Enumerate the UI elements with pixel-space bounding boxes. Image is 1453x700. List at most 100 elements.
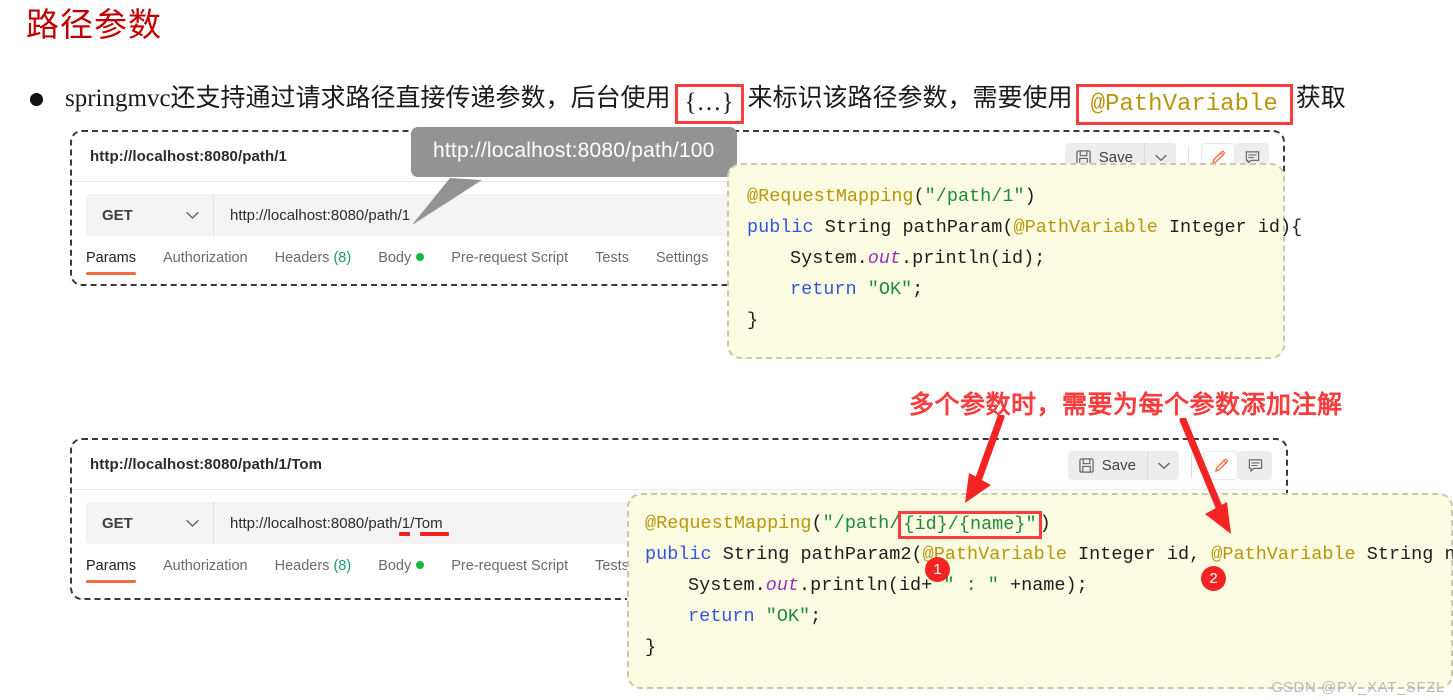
code-1-return-value: "OK": [867, 279, 913, 300]
code-2-println-close: +name);: [1010, 575, 1088, 596]
code-1-pathvariable: @PathVariable: [1013, 217, 1158, 238]
chevron-down-icon: [186, 519, 199, 527]
code-2-close-brace: }: [645, 637, 657, 658]
postman-2-tab-title[interactable]: http://localhost:8080/path/1/Tom: [90, 456, 322, 473]
code-2-return-kw: return: [688, 606, 755, 627]
watermark: CSDN @PY_XAT_SFZL: [1271, 679, 1445, 696]
code-2-line-1: @RequestMapping("/path/{id}/{name}"): [645, 508, 1451, 539]
tab-authorization-label: Authorization: [162, 558, 248, 574]
code-2-path-params-box: {id}/{name}": [898, 511, 1042, 539]
code-2-path-prefix: "/path/: [822, 513, 901, 534]
postman-1-method-label: GET: [102, 206, 133, 224]
callout-badge-2: 2: [1201, 566, 1226, 591]
code-2-arg-type-1: Integer: [1078, 544, 1156, 565]
code-2-annotation: @RequestMapping: [645, 513, 812, 534]
code-1-semicolon: ;: [912, 279, 924, 300]
tab-authorization[interactable]: Authorization: [163, 558, 248, 583]
tab-tests[interactable]: Tests: [595, 250, 629, 275]
tab-body-label: Body: [378, 250, 412, 266]
tab-tests-label: Tests: [595, 558, 629, 574]
postman-1-tab-title[interactable]: http://localhost:8080/path/1: [90, 148, 287, 165]
chevron-down-icon: [186, 211, 199, 219]
code-1-method-name: pathParam: [902, 217, 1003, 238]
tab-headers-count: (8): [333, 558, 352, 574]
code-1-return-type: String: [824, 217, 892, 238]
tab-body[interactable]: Body: [378, 558, 425, 583]
code-2-line-2: public String pathParam2(@PathVariable I…: [645, 539, 1453, 570]
postman-2-method-select[interactable]: GET: [86, 502, 214, 544]
callout-badge-1: 1: [925, 557, 950, 582]
code-2-return-value: "OK": [765, 606, 811, 627]
url-underline-id: [399, 532, 410, 536]
code-2-line-5: }: [645, 632, 1451, 663]
tab-body-label: Body: [378, 558, 412, 574]
pathvariable-highlight-box: @PathVariable: [1075, 84, 1293, 125]
save-floppy-icon: [1079, 458, 1094, 473]
code-block-2: @RequestMapping("/path/{id}/{name}") pub…: [627, 493, 1453, 689]
chevron-down-icon: [1154, 154, 1167, 161]
postman-1-method-select[interactable]: GET: [86, 194, 214, 236]
code-2-return-type: String: [722, 544, 790, 565]
code-2-modifier: public: [645, 544, 712, 565]
code-block-1: @RequestMapping("/path/1") public String…: [727, 163, 1302, 359]
tab-params[interactable]: Params: [86, 558, 136, 583]
tab-authorization-label: Authorization: [162, 250, 248, 266]
callout-tooltip: http://localhost:8080/path/100: [411, 127, 737, 177]
body-status-dot-icon: [416, 253, 425, 261]
code-2-system: System.: [688, 575, 766, 596]
code-2-args-open: (: [911, 544, 923, 565]
code-2-arg-name-2: name: [1444, 544, 1453, 565]
code-1-println: .println(id);: [901, 248, 1046, 269]
braces-highlight-text: {…}: [684, 89, 734, 116]
code-1-line-3: System.out.println(id);: [747, 243, 1283, 274]
chevron-down-icon: [1157, 462, 1170, 469]
code-1-out: out: [867, 248, 902, 269]
code-2-out: out: [765, 575, 800, 596]
code-1-line-4: return "OK";: [747, 274, 1283, 305]
code-1-line-2: public String pathParam(@PathVariable In…: [747, 212, 1302, 243]
bullet-text-before: springmvc还支持通过请求路径直接传递参数，后台使用: [65, 85, 671, 112]
tab-params-label: Params: [86, 558, 136, 574]
postman-2-url-input[interactable]: http://localhost:8080/path/1/Tom: [214, 515, 443, 532]
tab-pre-request-script[interactable]: Pre-request Script: [451, 558, 568, 583]
postman-2-tabs: Params Authorization Headers (8) Body Pr…: [86, 558, 629, 583]
red-arrow-1: [965, 415, 1005, 503]
code-1-system: System.: [790, 248, 868, 269]
postman-2-save-button[interactable]: Save: [1067, 451, 1147, 480]
bullet-text-after: 获取: [1295, 85, 1346, 112]
tab-headers[interactable]: Headers (8): [275, 250, 352, 275]
tab-headers[interactable]: Headers (8): [275, 558, 352, 583]
tab-headers-label: Headers: [274, 558, 330, 574]
tab-settings-label: Settings: [655, 250, 709, 266]
code-1-args-close: ){: [1279, 217, 1303, 238]
postman-2-save-label: Save: [1101, 457, 1136, 474]
code-1-modifier: public: [747, 217, 814, 238]
postman-1-url-input[interactable]: http://localhost:8080/path/1: [214, 207, 410, 224]
code-1-line-5: }: [747, 305, 1283, 336]
tab-pre-request-script[interactable]: Pre-request Script: [451, 250, 568, 275]
code-2-separator-string: " : ": [943, 575, 999, 596]
callout-text: http://localhost:8080/path/100: [433, 139, 715, 162]
code-1-paren-open: (: [913, 186, 925, 207]
tab-pre-request-script-label: Pre-request Script: [451, 558, 569, 574]
tab-tests[interactable]: Tests: [595, 558, 629, 583]
code-2-line-4: return "OK";: [645, 601, 1451, 632]
code-1-paren-close: ): [1024, 186, 1036, 207]
tab-headers-label: Headers: [274, 250, 330, 266]
code-2-line-3: System.out.println(id+ " : " +name);: [645, 570, 1451, 601]
slide-root: 路径参数 springmvc还支持通过请求路径直接传递参数，后台使用 {…} 来…: [0, 0, 1453, 700]
tab-settings[interactable]: Settings: [656, 250, 708, 275]
pathvariable-highlight-text: @PathVariable: [1090, 91, 1278, 118]
bullet-dot-icon: [30, 93, 43, 106]
code-2-semicolon: ;: [810, 606, 822, 627]
body-status-dot-icon: [416, 561, 425, 569]
tab-authorization[interactable]: Authorization: [163, 250, 248, 275]
code-1-mapping-path: "/path/1": [924, 186, 1025, 207]
code-2-arg-type-2: String: [1366, 544, 1434, 565]
annotation-note: 多个参数时，需要为每个参数添加注解: [909, 391, 1343, 419]
postman-1-tabs: Params Authorization Headers (8) Body Pr…: [86, 250, 708, 275]
code-1-line-1: @RequestMapping("/path/1"): [747, 181, 1283, 212]
braces-highlight-box: {…}: [674, 84, 744, 124]
tab-body[interactable]: Body: [378, 250, 425, 275]
tab-params[interactable]: Params: [86, 250, 136, 275]
